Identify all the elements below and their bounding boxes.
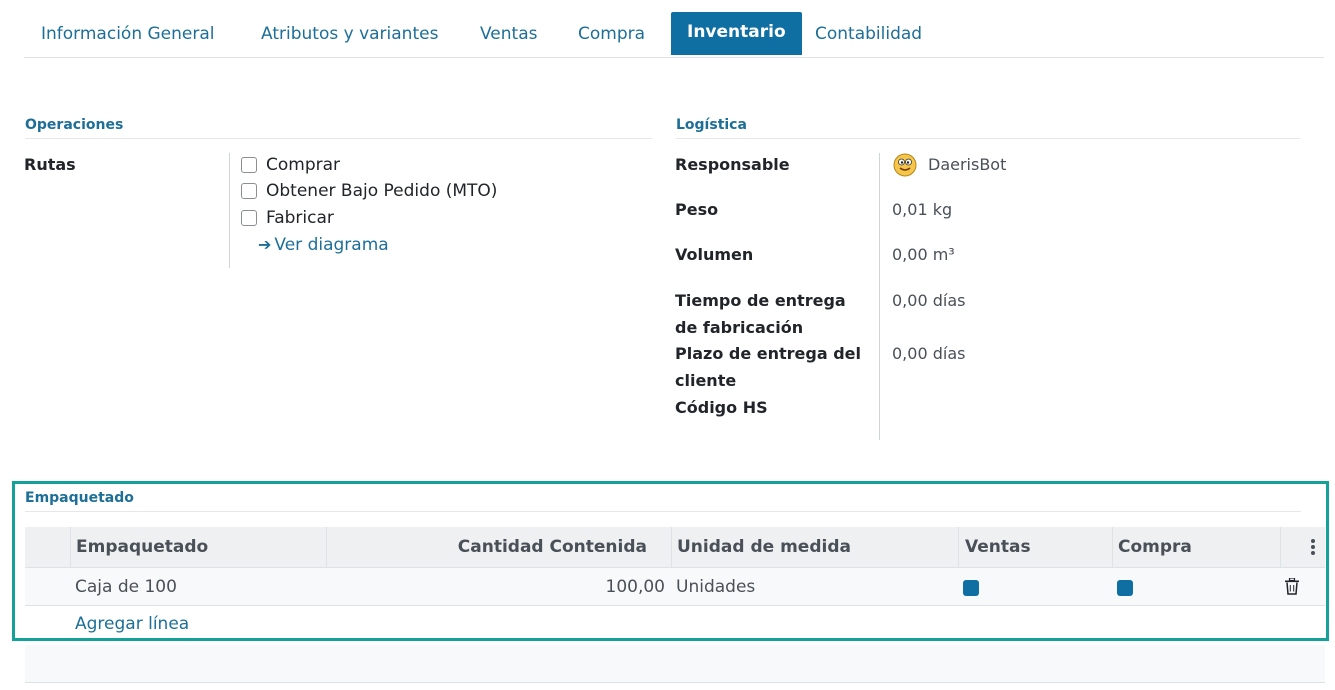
manufacturing-lead-label-line-1: Tiempo de entrega — [675, 291, 846, 310]
add-line-link[interactable]: Agregar línea — [75, 614, 189, 634]
footer-band — [25, 645, 1325, 683]
volume-unit: m³ — [932, 245, 955, 264]
arrow-right-icon: ➔ — [258, 235, 272, 254]
column-header-purchase[interactable]: Compra — [1118, 527, 1192, 568]
table-row[interactable]: Caja de 100 100,00 Unidades — [25, 568, 1325, 606]
volume-label: Volumen — [675, 245, 754, 264]
route-buy-checkbox[interactable] — [241, 157, 257, 173]
trash-icon[interactable] — [1285, 578, 1299, 595]
logistics-divider — [676, 138, 1300, 139]
tab-sales[interactable]: Ventas — [480, 12, 537, 55]
weight-unit: kg — [932, 200, 953, 219]
responsible-label: Responsable — [675, 155, 790, 174]
weight-label: Peso — [675, 200, 719, 219]
quantity-cell[interactable]: 100,00 — [327, 568, 665, 606]
bot-avatar-icon — [893, 153, 917, 177]
operations-title: Operaciones — [25, 117, 124, 133]
packaging-title: Empaquetado — [25, 490, 134, 506]
column-options-icon[interactable] — [1311, 539, 1315, 555]
route-mto-checkbox[interactable] — [241, 183, 257, 199]
sales-checkbox[interactable] — [963, 580, 979, 596]
hs-code-label: Código HS — [675, 398, 768, 417]
tab-purchase[interactable]: Compra — [578, 12, 645, 55]
route-manufacture-label: Fabricar — [266, 208, 334, 228]
column-separator — [70, 527, 71, 568]
column-header-packaging[interactable]: Empaquetado — [76, 527, 208, 568]
manufacturing-lead-label-line-2: de fabricación — [675, 318, 804, 337]
operations-divider — [25, 138, 652, 139]
column-separator — [958, 527, 959, 568]
route-mto[interactable]: Obtener Bajo Pedido (MTO) — [241, 180, 497, 202]
customer-lead-label-line-1: Plazo de entrega del — [675, 344, 861, 363]
tab-accounting[interactable]: Contabilidad — [815, 12, 922, 55]
tab-general-information[interactable]: Información General — [41, 12, 215, 55]
volume-field[interactable]: 0,00 m³ — [892, 241, 955, 268]
volume-value: 0,00 — [892, 245, 928, 264]
route-buy-label: Comprar — [266, 155, 341, 175]
column-separator — [1280, 527, 1281, 568]
tab-inventory[interactable]: Inventario — [671, 12, 802, 55]
uom-cell[interactable]: Unidades — [676, 568, 755, 606]
weight-field[interactable]: 0,01 kg — [892, 196, 952, 223]
column-separator — [1112, 527, 1113, 568]
column-separator — [671, 527, 672, 568]
route-manufacture-checkbox[interactable] — [241, 210, 257, 226]
route-mto-label: Obtener Bajo Pedido (MTO) — [266, 181, 498, 201]
logistics-label-divider — [879, 153, 880, 440]
manufacturing-lead-value[interactable]: 0,00 días — [892, 287, 965, 314]
route-buy[interactable]: Comprar — [241, 154, 340, 176]
purchase-checkbox[interactable] — [1117, 580, 1133, 596]
customer-lead-value[interactable]: 0,00 días — [892, 340, 965, 367]
weight-value: 0,01 — [892, 200, 928, 219]
notebook-tabs: Información General Atributos y variante… — [24, 12, 1324, 58]
routes-label: Rutas — [24, 155, 76, 174]
packaging-table-header: Empaquetado Cantidad Contenida Unidad de… — [25, 527, 1325, 568]
column-header-sales[interactable]: Ventas — [965, 527, 1031, 568]
route-manufacture[interactable]: Fabricar — [241, 207, 334, 229]
packaging-divider — [25, 511, 1301, 512]
view-diagram-link[interactable]: ➔ Ver diagrama — [258, 235, 389, 255]
routes-divider — [229, 153, 230, 268]
packaging-name-cell[interactable]: Caja de 100 — [75, 568, 177, 606]
logistics-title: Logística — [676, 117, 747, 133]
column-header-quantity[interactable]: Cantidad Contenida — [327, 527, 647, 568]
customer-lead-label-line-2: cliente — [675, 371, 737, 390]
view-diagram-label: Ver diagrama — [274, 235, 389, 255]
responsible-value[interactable]: DaerisBot — [928, 151, 1006, 178]
column-header-uom[interactable]: Unidad de medida — [677, 527, 851, 568]
tab-attributes-variants[interactable]: Atributos y variantes — [261, 12, 438, 55]
